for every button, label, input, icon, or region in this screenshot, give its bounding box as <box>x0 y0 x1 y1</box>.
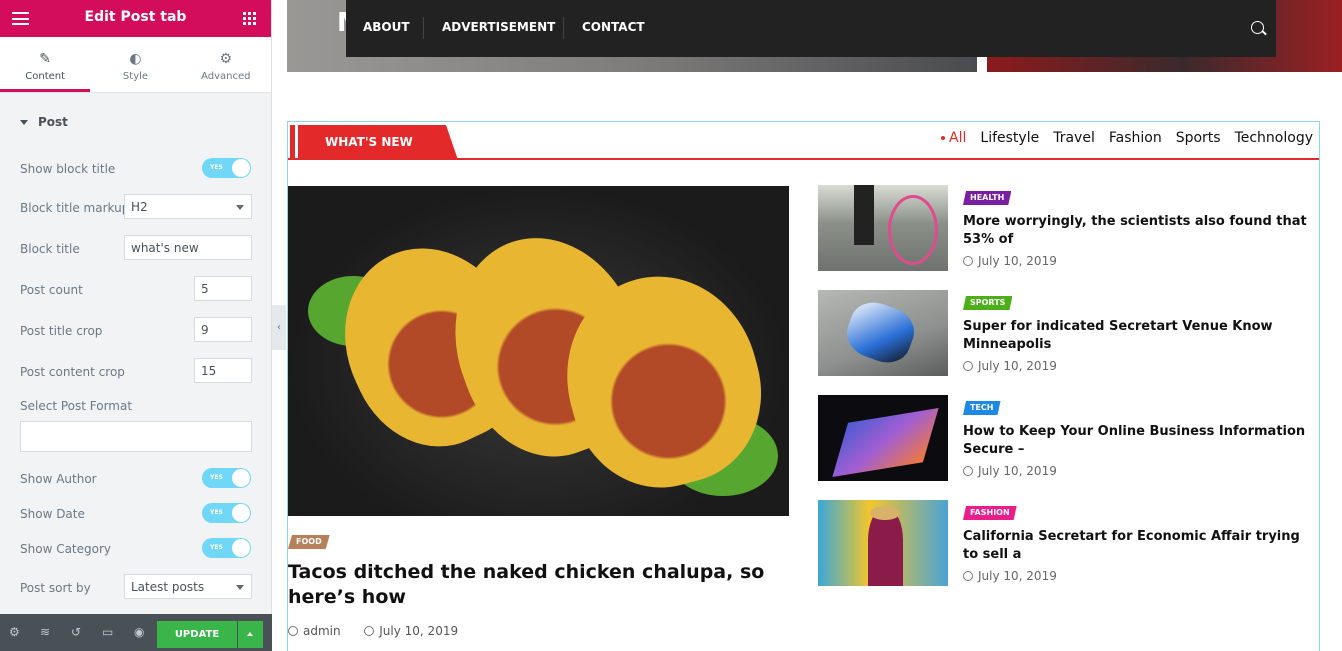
filter-lifestyle[interactable]: Lifestyle <box>980 130 1039 146</box>
clock-icon <box>963 361 973 371</box>
post-thumbnail[interactable] <box>818 185 948 271</box>
category-badge[interactable]: FASHION <box>963 506 1017 520</box>
post-thumbnail[interactable] <box>818 290 948 376</box>
show-author-toggle[interactable]: YES <box>202 468 251 488</box>
featured-post-title[interactable]: Tacos ditched the naked chicken chalupa,… <box>288 560 768 610</box>
show-author-label: Show Author <box>20 472 97 486</box>
collapse-panel-button[interactable]: ‹ <box>272 305 286 350</box>
settings-icon[interactable]: ⚙ <box>9 625 20 639</box>
post-title[interactable]: Super for indicated Secretart Venue Know… <box>963 318 1313 354</box>
block-title-markup-label: Block title markup <box>20 201 130 215</box>
tab-style[interactable]: ◐ Style <box>90 37 180 92</box>
post-thumbnail[interactable] <box>818 395 948 481</box>
editor-footer: ⚙ ≋ ↺ ▭ ◉ UPDATE <box>0 614 272 651</box>
post-content-crop-label: Post content crop <box>20 365 125 379</box>
list-item: HEALTH More worryingly, the scientists a… <box>818 185 1318 271</box>
pencil-icon: ✎ <box>39 51 52 67</box>
block-title-markup-select[interactable]: H2 <box>124 194 252 219</box>
whats-new-block: WHAT'S NEW All Lifestyle Travel Fashion … <box>287 121 1320 651</box>
tab-content[interactable]: ✎ Content <box>0 37 91 92</box>
nav-contact[interactable]: CONTACT <box>582 20 645 34</box>
filter-travel[interactable]: Travel <box>1053 130 1095 146</box>
post-date: July 10, 2019 <box>963 569 1057 583</box>
block-title-label: Block title <box>20 242 80 256</box>
featured-post-image[interactable] <box>288 186 789 516</box>
gear-icon: ⚙ <box>219 51 233 67</box>
editor-tabs: ✎ Content ◐ Style ⚙ Advanced <box>0 37 271 93</box>
block-title-input[interactable]: what's new <box>124 235 252 260</box>
responsive-icon[interactable]: ▭ <box>102 625 113 639</box>
editor-panel: Edit Post tab ✎ Content ◐ Style ⚙ Advanced … <box>0 0 272 651</box>
main-navbar: ABOUT ADVERTISEMENT CONTACT <box>346 0 1276 57</box>
post-title[interactable]: More worryingly, the scientists also fou… <box>963 213 1313 249</box>
post-count-input[interactable]: 5 <box>194 276 252 301</box>
post-sort-by-label: Post sort by <box>20 581 91 595</box>
category-filters: All Lifestyle Travel Fashion Sports Tech… <box>941 130 1313 146</box>
post-thumbnail[interactable] <box>818 500 948 586</box>
layers-icon[interactable]: ≋ <box>40 625 50 639</box>
post-title-crop-input[interactable]: 9 <box>194 317 252 342</box>
filter-technology[interactable]: Technology <box>1235 130 1313 146</box>
select-post-format-input[interactable] <box>20 421 252 452</box>
post-date: July 10, 2019 <box>963 254 1057 268</box>
block-title: WHAT'S NEW <box>298 125 458 160</box>
preview-eye-icon[interactable]: ◉ <box>134 625 144 639</box>
clock-icon <box>364 626 375 636</box>
list-item: SPORTS Super for indicated Secretart Ven… <box>818 290 1318 376</box>
post-title[interactable]: California Secretart for Economic Affair… <box>963 528 1313 564</box>
filter-all[interactable]: All <box>941 130 966 146</box>
post-author[interactable]: admin <box>303 624 341 638</box>
category-badge[interactable]: HEALTH <box>963 191 1011 205</box>
post-title[interactable]: How to Keep Your Online Business Informa… <box>963 423 1313 459</box>
category-badge[interactable]: TECH <box>963 401 1001 415</box>
section-post-toggle[interactable]: Post <box>0 93 271 149</box>
half-circle-icon: ◐ <box>129 51 142 67</box>
post-content-crop-input[interactable]: 15 <box>194 358 252 383</box>
post-date: July 10, 2019 <box>379 624 459 638</box>
tab-advanced[interactable]: ⚙ Advanced <box>181 37 271 92</box>
nav-advertisement[interactable]: ADVERTISEMENT <box>442 20 555 34</box>
site-preview: M ABOUT ADVERTISEMENT CONTACT WHAT'S NEW… <box>287 0 1342 651</box>
editor-title: Edit Post tab <box>84 9 187 25</box>
post-count-label: Post count <box>20 283 83 297</box>
widgets-grid-icon[interactable] <box>243 12 256 25</box>
post-sort-by-select[interactable]: Latest posts <box>124 574 252 599</box>
filter-fashion[interactable]: Fashion <box>1109 130 1162 146</box>
user-icon <box>288 626 298 636</box>
nav-about[interactable]: ABOUT <box>363 20 410 34</box>
show-category-toggle[interactable]: YES <box>202 538 251 558</box>
show-category-label: Show Category <box>20 542 112 556</box>
filter-sports[interactable]: Sports <box>1176 130 1221 146</box>
clock-icon <box>963 571 973 581</box>
update-button[interactable]: UPDATE <box>157 621 237 648</box>
clock-icon <box>963 256 973 266</box>
clock-icon <box>963 466 973 476</box>
search-icon[interactable] <box>1251 21 1264 34</box>
list-item: TECH How to Keep Your Online Business In… <box>818 395 1318 481</box>
post-date: July 10, 2019 <box>963 464 1057 478</box>
show-block-title-toggle[interactable]: YES <box>202 158 251 178</box>
history-icon[interactable]: ↺ <box>71 625 81 639</box>
featured-post-meta: admin July 10, 2019 <box>288 624 458 638</box>
caret-down-icon <box>20 120 28 125</box>
featured-category-badge[interactable]: FOOD <box>288 535 330 549</box>
category-badge[interactable]: SPORTS <box>963 296 1012 310</box>
post-date: July 10, 2019 <box>963 359 1057 373</box>
post-title-crop-label: Post title crop <box>20 324 103 338</box>
update-options-button[interactable] <box>238 621 263 648</box>
select-post-format-label: Select Post Format <box>20 399 133 413</box>
show-date-label: Show Date <box>20 507 85 521</box>
block-header: WHAT'S NEW All Lifestyle Travel Fashion … <box>288 122 1319 160</box>
show-block-title-label: Show block title <box>20 162 116 176</box>
list-item: FASHION California Secretart for Economi… <box>818 500 1318 586</box>
show-date-toggle[interactable]: YES <box>202 503 251 523</box>
editor-header: Edit Post tab <box>0 0 271 37</box>
